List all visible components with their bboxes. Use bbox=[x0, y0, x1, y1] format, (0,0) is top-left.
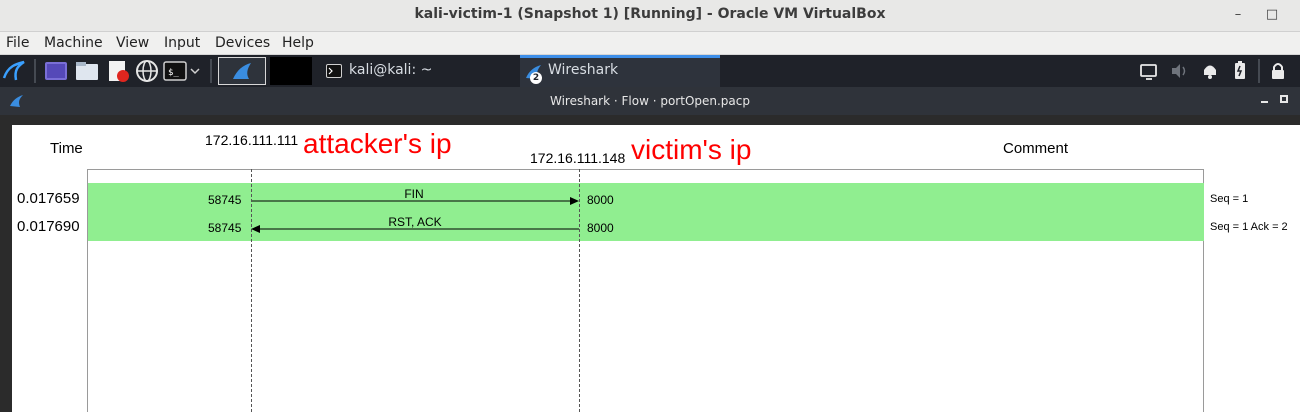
display-icon[interactable] bbox=[1140, 60, 1158, 82]
volume-icon[interactable] bbox=[1170, 60, 1190, 82]
panel-separator bbox=[1258, 59, 1260, 83]
battery-icon[interactable] bbox=[1231, 60, 1249, 82]
row-comment: Seq = 1 Ack = 2 bbox=[1210, 221, 1288, 233]
host-b-address: 172.16.111.148 bbox=[530, 150, 626, 166]
flow-window-titlebar: Wireshark · Flow · portOpen.pacp bbox=[0, 87, 1300, 115]
row-arrow-left[interactable] bbox=[250, 223, 580, 235]
workspace-switcher-2[interactable] bbox=[270, 57, 312, 85]
bell-icon[interactable] bbox=[1201, 60, 1219, 82]
taskbar-terminal-label: kali@kali: ~ bbox=[349, 62, 433, 78]
flow-maximize-button[interactable] bbox=[1280, 95, 1288, 103]
taskbar-terminal[interactable]: kali@kali: ~ bbox=[320, 55, 516, 87]
browser-icon[interactable] bbox=[135, 60, 159, 82]
menu-help[interactable]: Help bbox=[282, 35, 314, 51]
flow-graph-canvas[interactable]: Time 172.16.111.111 attacker's ip 172.16… bbox=[12, 125, 1300, 412]
terminal-icon bbox=[326, 64, 342, 78]
row-arrow-right[interactable] bbox=[251, 195, 581, 207]
lock-icon[interactable] bbox=[1269, 60, 1287, 82]
flow-minimize-button[interactable] bbox=[1259, 93, 1271, 105]
maximize-button[interactable]: □ bbox=[1262, 6, 1282, 24]
attacker-annotation: attacker's ip bbox=[303, 128, 452, 159]
kali-menu-icon[interactable] bbox=[2, 58, 26, 84]
panel-separator bbox=[210, 59, 212, 83]
menu-machine[interactable]: Machine bbox=[44, 35, 103, 51]
taskbar-wireshark[interactable]: 2 Wireshark bbox=[520, 55, 720, 87]
workspace-icon[interactable] bbox=[44, 60, 68, 82]
window-border bbox=[0, 115, 1300, 125]
menu-file[interactable]: File bbox=[6, 35, 29, 51]
host-menu-bar: File Machine View Input Devices Help bbox=[0, 32, 1300, 55]
row-comment: Seq = 1 bbox=[1210, 193, 1249, 205]
window-border bbox=[0, 115, 12, 412]
host-title-bar: kali-victim-1 (Snapshot 1) [Running] - O… bbox=[0, 0, 1300, 32]
kali-panel: $_ kali@kali: ~ 2 Wireshark bbox=[0, 55, 1300, 87]
menu-view[interactable]: View bbox=[116, 35, 149, 51]
comment-column-header: Comment bbox=[1003, 140, 1069, 157]
svg-text:$_: $_ bbox=[168, 68, 179, 78]
workspace-switcher-active[interactable] bbox=[218, 57, 266, 85]
file-manager-icon[interactable] bbox=[75, 60, 99, 82]
flow-window-title: Wireshark · Flow · portOpen.pacp bbox=[549, 94, 750, 108]
host-a-address: 172.16.111.111 bbox=[205, 132, 299, 148]
row-dst-port: 8000 bbox=[587, 193, 614, 207]
text-editor-icon[interactable] bbox=[106, 60, 130, 82]
time-column-header: Time bbox=[50, 140, 83, 157]
row-src-port: 58745 bbox=[208, 221, 242, 235]
row-time[interactable]: 0.017690 bbox=[17, 218, 80, 235]
minimize-button[interactable]: – bbox=[1228, 6, 1248, 24]
panel-separator bbox=[34, 59, 36, 83]
chevron-down-icon[interactable] bbox=[188, 60, 202, 82]
host-window-title: kali-victim-1 (Snapshot 1) [Running] - O… bbox=[414, 6, 886, 22]
terminal-icon[interactable]: $_ bbox=[163, 60, 187, 82]
menu-input[interactable]: Input bbox=[164, 35, 200, 51]
victim-annotation: victim's ip bbox=[631, 134, 752, 165]
row-time[interactable]: 0.017659 bbox=[17, 190, 80, 207]
taskbar-wireshark-label: Wireshark bbox=[548, 62, 619, 78]
row-dst-port: 8000 bbox=[587, 221, 614, 235]
window-count-badge: 2 bbox=[530, 72, 542, 84]
menu-devices[interactable]: Devices bbox=[215, 35, 270, 51]
row-src-port: 58745 bbox=[208, 193, 242, 207]
